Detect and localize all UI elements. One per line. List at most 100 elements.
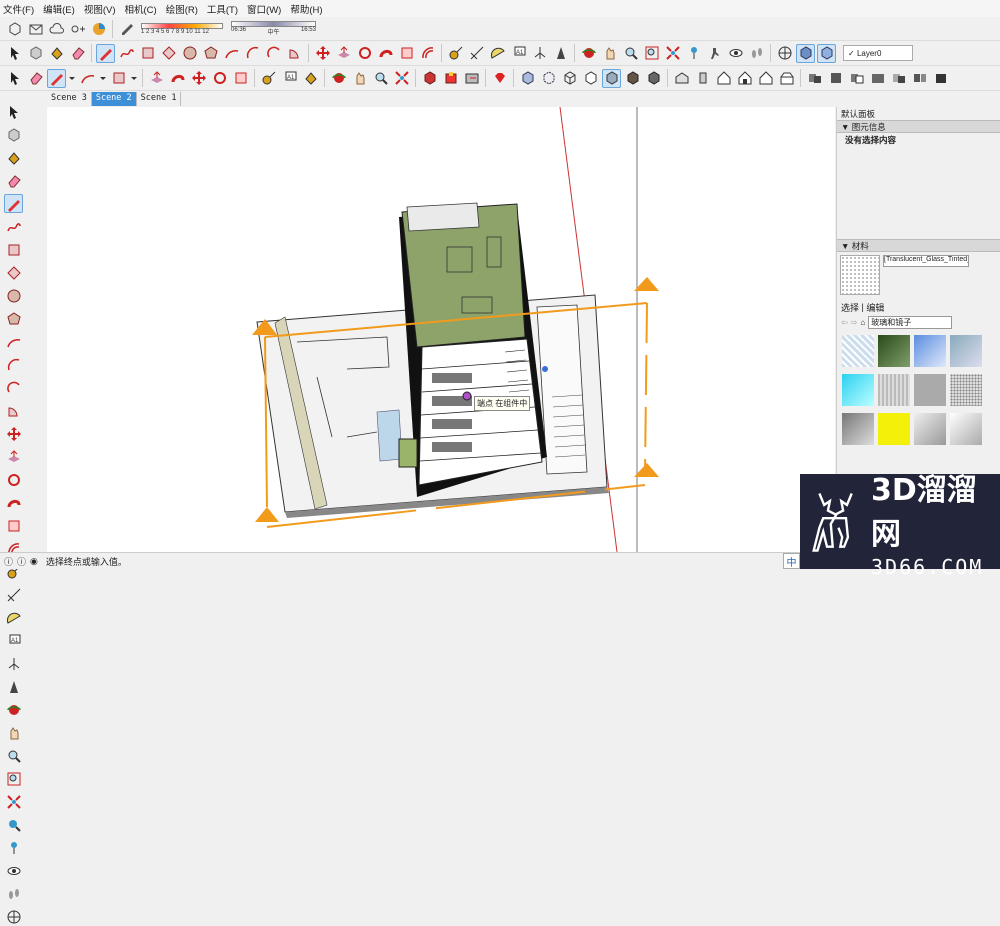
footprints-icon[interactable] [4, 884, 23, 903]
arc-2-icon[interactable] [243, 44, 262, 63]
orbit-icon[interactable] [4, 700, 23, 719]
collection-select[interactable]: 玻璃和镜子 [868, 315, 953, 329]
axes-icon[interactable] [4, 654, 23, 673]
scale-icon[interactable] [397, 44, 416, 63]
menu-edit[interactable]: 编辑(E) [43, 2, 75, 16]
back-icon[interactable]: ⇦ [841, 318, 848, 327]
section-plane-icon[interactable] [775, 44, 794, 63]
menu-help[interactable]: 帮助(H) [290, 2, 322, 16]
paint-bucket-icon[interactable] [47, 44, 66, 63]
zoom-window-icon[interactable] [4, 769, 23, 788]
shaded-textures-icon[interactable] [623, 69, 642, 88]
extension-icon[interactable] [89, 19, 108, 38]
shadow-date-slider[interactable]: 1 2 3 4 5 6 7 8 9 10 11 12 [141, 22, 223, 35]
position-camera-icon[interactable] [4, 838, 23, 857]
pencil-line-icon[interactable] [4, 194, 23, 213]
look-around-icon[interactable] [726, 44, 745, 63]
menu-file[interactable]: 文件(F) [3, 2, 34, 16]
arc-3-icon[interactable] [4, 378, 23, 397]
layer-selector[interactable]: ✓ Layer0 [843, 45, 913, 61]
shaded-icon[interactable] [602, 68, 621, 88]
ime-indicator[interactable]: 中 [783, 553, 800, 569]
entity-info-header[interactable]: ▼ 图元信息 [837, 120, 1000, 133]
select-arrow-icon[interactable] [4, 102, 23, 121]
display-section-icon[interactable] [796, 43, 815, 63]
position-camera-icon[interactable] [684, 44, 703, 63]
swatch-green-glass[interactable] [878, 335, 910, 367]
intersect-icon[interactable] [889, 69, 908, 88]
rotate-icon[interactable] [210, 69, 229, 88]
menu-tools[interactable]: 工具(T) [207, 2, 238, 16]
left-view-icon[interactable] [777, 69, 796, 88]
swatch-sky-glass[interactable] [950, 335, 982, 367]
swatch-cyan-glass[interactable] [842, 374, 874, 406]
footprints-icon[interactable] [747, 44, 766, 63]
pencil-line-icon[interactable] [96, 43, 115, 63]
eraser-icon[interactable] [68, 44, 87, 63]
credit-icon[interactable]: ⓘ [17, 555, 26, 568]
orbit-icon[interactable] [329, 69, 348, 88]
pie-icon[interactable] [4, 401, 23, 420]
tab-scene-1[interactable]: Scene 1 [136, 92, 182, 106]
iso-view-icon[interactable] [672, 69, 691, 88]
style-icon[interactable] [117, 19, 136, 38]
pan-icon[interactable] [600, 44, 619, 63]
monochrome-icon[interactable] [644, 69, 663, 88]
select-arrow-icon[interactable] [5, 44, 24, 63]
push-pull-icon[interactable] [4, 447, 23, 466]
home-icon[interactable]: ⌂ [860, 318, 865, 327]
swatch-silver-mirror[interactable] [950, 413, 982, 445]
tape-measure-icon[interactable] [446, 44, 465, 63]
model-viewport[interactable] [47, 106, 835, 553]
arc-icon[interactable] [78, 69, 97, 88]
split-icon[interactable] [910, 69, 929, 88]
eraser-icon[interactable] [4, 171, 23, 190]
rectangle-icon[interactable] [138, 44, 157, 63]
display-cuts-icon[interactable] [817, 43, 836, 63]
swatch-mirror[interactable] [914, 413, 946, 445]
section-plane-icon[interactable] [4, 907, 23, 926]
arc-2-icon[interactable] [4, 355, 23, 374]
swatch-light-blue-glass[interactable] [842, 335, 874, 367]
chevron-down-icon[interactable] [68, 69, 76, 88]
pie-icon[interactable] [285, 44, 304, 63]
component-icon[interactable] [5, 19, 24, 38]
swatch-ribbed-glass[interactable] [878, 374, 910, 406]
move-icon[interactable] [313, 44, 332, 63]
follow-me-icon[interactable] [376, 44, 395, 63]
menu-camera[interactable]: 相机(C) [124, 2, 156, 16]
swatch-yellow-glass[interactable] [878, 413, 910, 445]
move-icon[interactable] [189, 69, 208, 88]
pan-icon[interactable] [4, 723, 23, 742]
tab-select[interactable]: 选择 [841, 301, 859, 314]
walk-icon[interactable] [705, 44, 724, 63]
arc-icon[interactable] [222, 44, 241, 63]
gem-icon[interactable] [490, 69, 509, 88]
tab-scene-3[interactable]: Scene 3 [47, 92, 92, 106]
xray-style-icon[interactable] [518, 69, 537, 88]
push-pull-icon[interactable] [334, 44, 353, 63]
rotate-icon[interactable] [4, 470, 23, 489]
chevron-down-icon[interactable] [130, 69, 138, 88]
arc-icon[interactable] [4, 332, 23, 351]
subtract-icon[interactable] [847, 69, 866, 88]
text-icon[interactable]: A1 [4, 631, 23, 650]
axes-icon[interactable] [530, 44, 549, 63]
eraser-icon[interactable] [26, 69, 45, 88]
tape-measure-icon[interactable] [259, 69, 278, 88]
make-component-icon[interactable] [4, 125, 23, 144]
mail-icon[interactable] [26, 19, 45, 38]
rotated-rectangle-icon[interactable] [4, 263, 23, 282]
dimension-icon[interactable] [4, 585, 23, 604]
circle-icon[interactable] [4, 286, 23, 305]
3d-text-icon[interactable] [4, 677, 23, 696]
materials-header[interactable]: ▼ 材料 [837, 239, 1000, 252]
make-component-icon[interactable] [26, 44, 45, 63]
chevron-down-icon[interactable] [99, 69, 107, 88]
rectangle-icon[interactable] [109, 69, 128, 88]
menu-view[interactable]: 视图(V) [84, 2, 116, 16]
polygon-icon[interactable] [4, 309, 23, 328]
tab-edit[interactable]: 编辑 [866, 301, 884, 314]
protractor-icon[interactable] [488, 44, 507, 63]
text-icon[interactable]: A1 [509, 44, 528, 63]
